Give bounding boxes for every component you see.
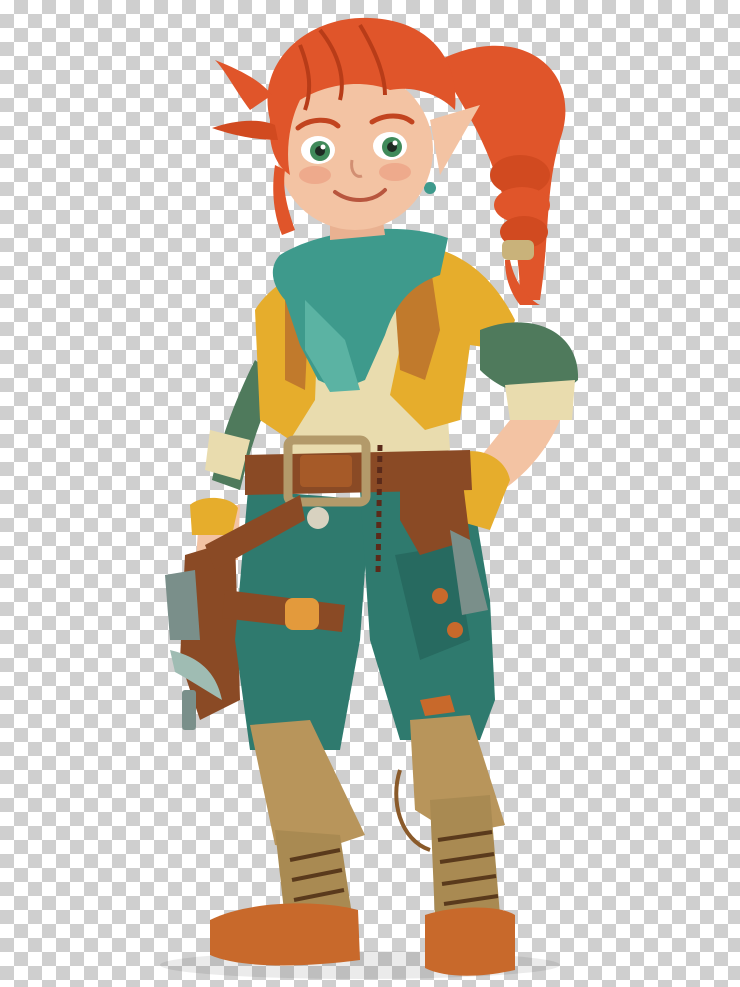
left-boot: [210, 720, 365, 966]
right-boot: [394, 715, 515, 976]
image-stage: [0, 0, 740, 987]
tool-pouch: [165, 540, 240, 730]
character-illustration: [160, 17, 579, 979]
right-arm: [455, 322, 579, 530]
